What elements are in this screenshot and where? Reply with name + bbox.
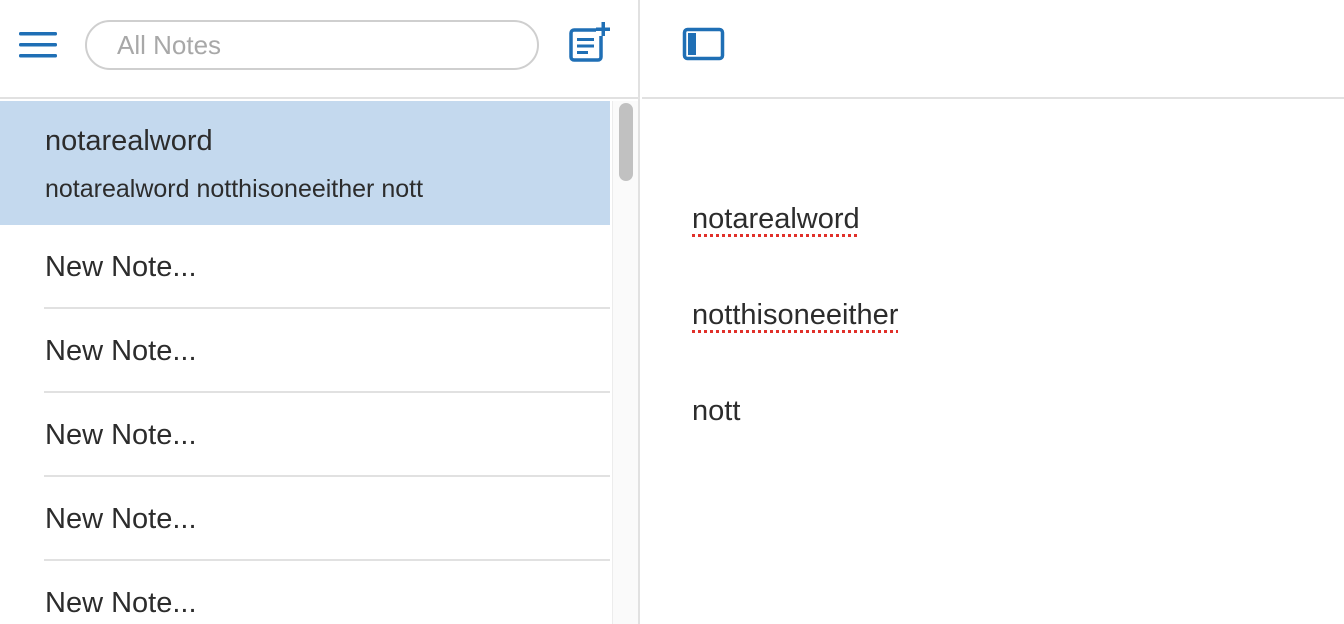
- note-list-item[interactable]: New Note...: [0, 225, 610, 309]
- note-preview: notarealword notthisoneeither nott: [45, 175, 424, 203]
- note-list-toolbar: [0, 0, 638, 99]
- note-list-item[interactable]: New Note...: [0, 477, 610, 561]
- note-title: New Note...: [45, 587, 197, 619]
- scrollbar-thumb[interactable]: [619, 103, 633, 181]
- note-list-scrollbar[interactable]: [612, 101, 638, 624]
- new-note-icon[interactable]: [566, 20, 612, 64]
- note-title: New Note...: [45, 335, 197, 367]
- note-list-item-selected[interactable]: notarealword notarealword notthisoneeith…: [0, 101, 610, 225]
- note-list-pane: notarealword notarealword notthisoneeith…: [0, 0, 640, 624]
- note-list: notarealword notarealword notthisoneeith…: [0, 101, 610, 624]
- note-title: New Note...: [45, 251, 197, 283]
- note-list-item[interactable]: New Note...: [0, 561, 610, 624]
- editor-toolbar: [642, 0, 1344, 99]
- note-title: New Note...: [45, 419, 197, 451]
- notes-app: notarealword notarealword notthisoneeith…: [0, 0, 1344, 624]
- note-list-item[interactable]: New Note...: [0, 309, 610, 393]
- editor-line[interactable]: notthisoneeither: [692, 299, 898, 332]
- note-list-item[interactable]: New Note...: [0, 393, 610, 477]
- search-box: [85, 20, 539, 70]
- hamburger-menu-icon[interactable]: [19, 32, 57, 58]
- note-editor[interactable]: notarealword notthisoneeither nott: [642, 101, 1344, 624]
- note-title: notarealword: [45, 125, 213, 157]
- note-title: New Note...: [45, 503, 197, 535]
- editor-line[interactable]: notarealword: [692, 203, 860, 236]
- search-input[interactable]: [117, 30, 517, 60]
- editor-line[interactable]: nott: [692, 395, 740, 428]
- sidebar-toggle-icon[interactable]: [682, 26, 726, 62]
